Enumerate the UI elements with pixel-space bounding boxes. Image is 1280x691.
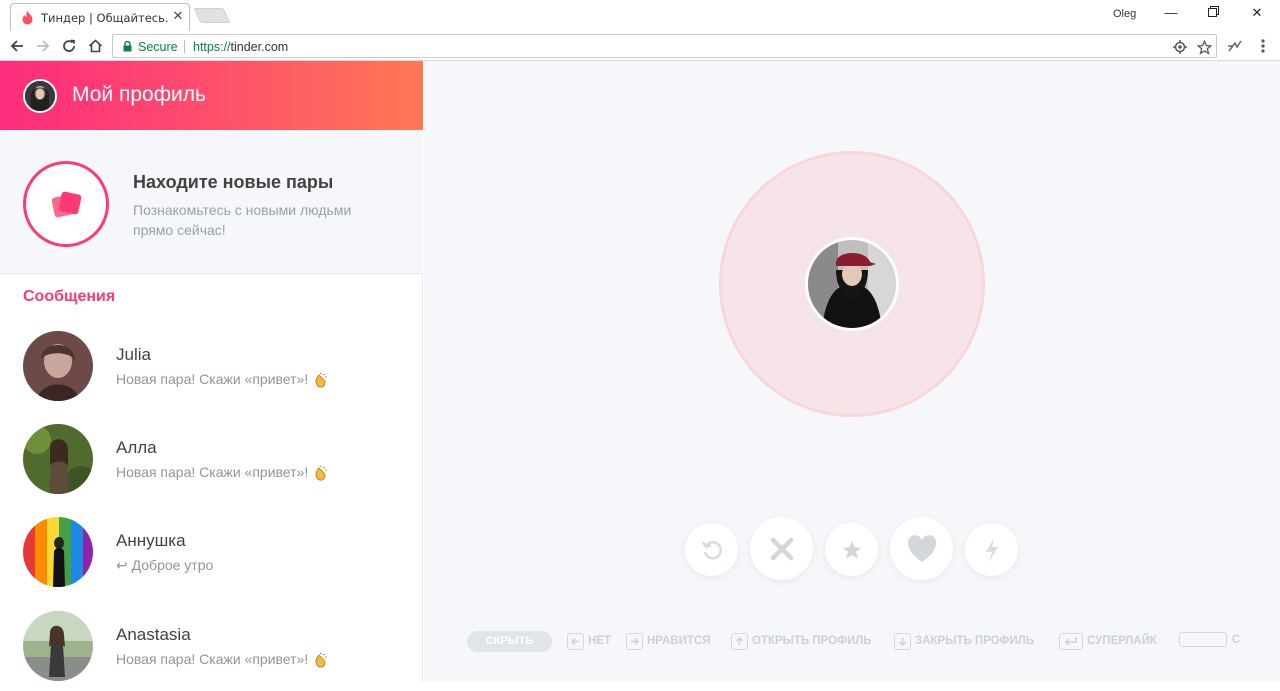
address-bar[interactable]: Secure https://tinder.com	[112, 34, 1217, 58]
window-close-icon[interactable]: ✕	[1238, 2, 1276, 24]
shortcut-label: НРАВИТСЯ	[647, 635, 711, 647]
back-icon[interactable]	[6, 35, 28, 57]
url-host: tinder.com	[230, 40, 289, 54]
browser-titlebar: Тиндер | Общайтесь. Вс ✕ Oleg — ✕	[0, 0, 1280, 31]
my-profile-header[interactable]: Мой профиль	[0, 61, 423, 130]
extension-icon[interactable]	[1224, 35, 1246, 57]
lock-icon	[123, 41, 132, 52]
shortcut-like: НРАВИТСЯ	[626, 631, 710, 651]
shortcut-label: СУПЕРЛАЙК	[1087, 635, 1157, 647]
secure-label: Secure	[138, 40, 178, 54]
shortcut-close-profile: ЗАКРЫТЬ ПРОФИЛЬ	[894, 631, 1034, 651]
message-preview-text: Новая пара! Скажи «привет»!	[116, 371, 309, 387]
main-discovery-area: СКРЫТЬ НЕТ НРАВИТСЯ ОТКРЫТЬ ПРОФИЛЬ ЗАКР…	[424, 61, 1280, 682]
hide-shortcuts-button[interactable]: СКРЫТЬ	[467, 631, 552, 652]
shortcut-superlike: СУПЕРЛАЙК	[1059, 631, 1157, 651]
url-scheme: https://	[193, 40, 231, 54]
message-preview: Новая пара! Скажи «привет»!	[116, 464, 330, 481]
url-text[interactable]: https://tinder.com	[193, 40, 288, 54]
message-name: Julia	[116, 345, 151, 364]
message-name: Аннушка	[116, 531, 186, 550]
reload-icon[interactable]	[58, 35, 80, 57]
arrow-right-key-icon	[626, 632, 643, 650]
tab-title: Тиндер | Общайтесь. Вс	[41, 11, 169, 25]
forward-icon[interactable]	[32, 35, 54, 57]
browser-toolbar: Secure https://tinder.com	[0, 31, 1280, 61]
message-name: Anastasia	[116, 625, 191, 644]
profile-avatar[interactable]	[23, 79, 57, 113]
nope-icon	[770, 537, 793, 560]
restore-icon[interactable]	[1194, 2, 1232, 24]
discover-ring[interactable]	[23, 161, 109, 247]
arrow-down-key-icon	[894, 632, 911, 650]
nope-button[interactable]	[750, 517, 813, 580]
rewind-icon	[701, 540, 722, 559]
sidebar: Мой профиль Находите новые пары Познаком…	[0, 61, 423, 682]
rewind-button[interactable]	[685, 523, 738, 576]
home-icon[interactable]	[84, 35, 106, 57]
shortcut-label: ЗАКРЫТЬ ПРОФИЛЬ	[915, 635, 1035, 647]
boost-button[interactable]	[965, 523, 1018, 576]
superlike-icon	[842, 540, 861, 559]
profile-title[interactable]: Мой профиль	[72, 83, 206, 107]
arrow-up-key-icon	[731, 632, 748, 650]
shortcut-label: ОТКРЫТЬ ПРОФИЛЬ	[752, 635, 872, 647]
message-item[interactable]: Аннушка ↩ Доброе утро	[0, 517, 423, 597]
shortcut-open-profile: ОТКРЫТЬ ПРОФИЛЬ	[731, 631, 872, 651]
message-item[interactable]: Алла Новая пара! Скажи «привет»!	[0, 424, 423, 504]
discover-subtitle: Познакомьтесь с новыми людьми прямо сейч…	[133, 202, 352, 238]
clapping-hands-icon	[315, 652, 328, 668]
clapping-hands-icon	[315, 465, 328, 481]
enter-key-icon	[1059, 632, 1083, 650]
shortcut-label: С	[1232, 634, 1241, 646]
message-preview: ↩ Доброе утро	[116, 557, 214, 573]
omnibox-divider	[184, 40, 185, 53]
message-preview-text: Новая пара! Скажи «привет»!	[116, 464, 309, 480]
keyboard-shortcuts-bar: СКРЫТЬ НЕТ НРАВИТСЯ ОТКРЫТЬ ПРОФИЛЬ ЗАКР…	[467, 629, 1247, 653]
like-button[interactable]	[890, 517, 953, 580]
superlike-button[interactable]	[825, 523, 878, 576]
browser-user-badge[interactable]: Oleg	[1113, 8, 1136, 20]
location-target-icon[interactable]	[1172, 39, 1188, 55]
bookmark-star-icon[interactable]	[1196, 39, 1212, 55]
messages-heading[interactable]: Сообщения	[23, 288, 115, 306]
menu-kebab-icon[interactable]	[1252, 35, 1274, 57]
discover-title: Находите новые пары	[133, 172, 334, 192]
avatar	[23, 611, 93, 681]
boost-icon	[985, 537, 998, 562]
shortcut-nope: НЕТ	[567, 631, 611, 651]
clapping-hands-icon	[315, 372, 328, 388]
new-tab-button[interactable]	[193, 8, 231, 23]
shortcut-label: НЕТ	[588, 635, 611, 647]
avatar	[23, 331, 93, 401]
message-item[interactable]: Anastasia Новая пара! Скажи «привет»!	[0, 611, 423, 691]
avatar	[23, 517, 93, 587]
browser-tab[interactable]: Тиндер | Общайтесь. Вс ✕	[10, 3, 190, 31]
message-name: Алла	[116, 438, 157, 457]
like-icon	[907, 534, 936, 562]
my-photo-avatar	[805, 237, 899, 331]
space-key-icon	[1179, 632, 1227, 647]
message-item[interactable]: Julia Новая пара! Скажи «привет»!	[0, 331, 423, 411]
discover-new-matches[interactable]: Находите новые пары Познакомьтесь с новы…	[0, 130, 423, 274]
tab-close-icon[interactable]: ✕	[171, 9, 185, 23]
arrow-left-key-icon	[567, 632, 584, 650]
message-preview: Новая пара! Скажи «привет»!	[116, 651, 330, 668]
tinder-flame-icon	[22, 11, 33, 25]
cards-stack-icon	[51, 191, 82, 218]
minimize-icon[interactable]: —	[1152, 2, 1190, 24]
message-preview: Новая пара! Скажи «привет»!	[116, 371, 330, 388]
avatar	[23, 424, 93, 494]
message-preview-text: Новая пара! Скажи «привет»!	[116, 651, 309, 667]
